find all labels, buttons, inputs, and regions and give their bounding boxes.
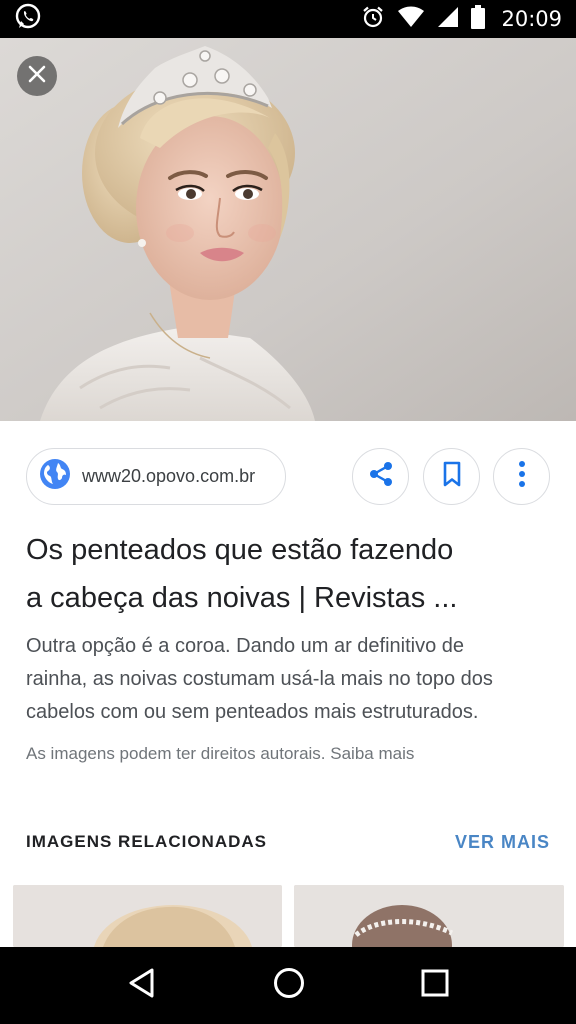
- description-line: rainha, as noivas costumam usá-la mais n…: [26, 668, 493, 690]
- result-title-line: a cabeça das noivas | Revistas ...: [26, 582, 458, 614]
- source-link[interactable]: www20.opovo.com.br: [26, 448, 286, 505]
- back-icon[interactable]: [127, 967, 157, 1004]
- related-image-1: [13, 885, 282, 947]
- more-options-button[interactable]: [493, 448, 550, 505]
- recents-icon[interactable]: [421, 969, 449, 1002]
- signal-icon: [437, 6, 459, 33]
- result-title-line: Os penteados que estão fazendo: [26, 534, 454, 566]
- globe-icon: [39, 458, 71, 495]
- description-line: Outra opção é a coroa. Dando um ar defin…: [26, 635, 465, 657]
- copyright-notice[interactable]: As imagens podem ter direitos autorais. …: [26, 742, 556, 766]
- result-title[interactable]: Os penteados que estão fazendo a cabeça …: [26, 526, 556, 622]
- alarm-icon: [361, 5, 385, 34]
- home-icon[interactable]: [272, 966, 306, 1005]
- battery-icon: [471, 4, 486, 34]
- source-url: www20.opovo.com.br: [82, 466, 256, 486]
- wifi-icon: [397, 6, 425, 33]
- hero-image[interactable]: [0, 38, 576, 421]
- bookmark-button[interactable]: [423, 448, 480, 505]
- related-image-2: [294, 885, 564, 947]
- status-bar: 20:09: [0, 0, 576, 38]
- related-image-thumbnail[interactable]: [13, 885, 282, 947]
- close-icon: [27, 64, 47, 89]
- share-button[interactable]: [352, 448, 409, 505]
- whatsapp-icon: [14, 3, 42, 36]
- share-icon: [367, 460, 395, 493]
- related-images-header: IMAGENS RELACIONADAS VER MAIS: [26, 828, 550, 856]
- status-time: 20:09: [501, 7, 562, 31]
- more-vert-icon: [517, 460, 527, 493]
- close-button[interactable]: [17, 56, 57, 96]
- result-description: Outra opção é a coroa. Dando um ar defin…: [26, 630, 556, 729]
- description-line: cabelos com ou sem penteados mais estrut…: [26, 701, 479, 723]
- related-image-thumbnail[interactable]: [294, 885, 564, 947]
- see-more-link[interactable]: VER MAIS: [455, 832, 550, 853]
- related-images-title: IMAGENS RELACIONADAS: [26, 832, 268, 851]
- bookmark-icon: [440, 461, 464, 492]
- navigation-bar: [0, 947, 576, 1024]
- bride-portrait-image: [0, 38, 576, 421]
